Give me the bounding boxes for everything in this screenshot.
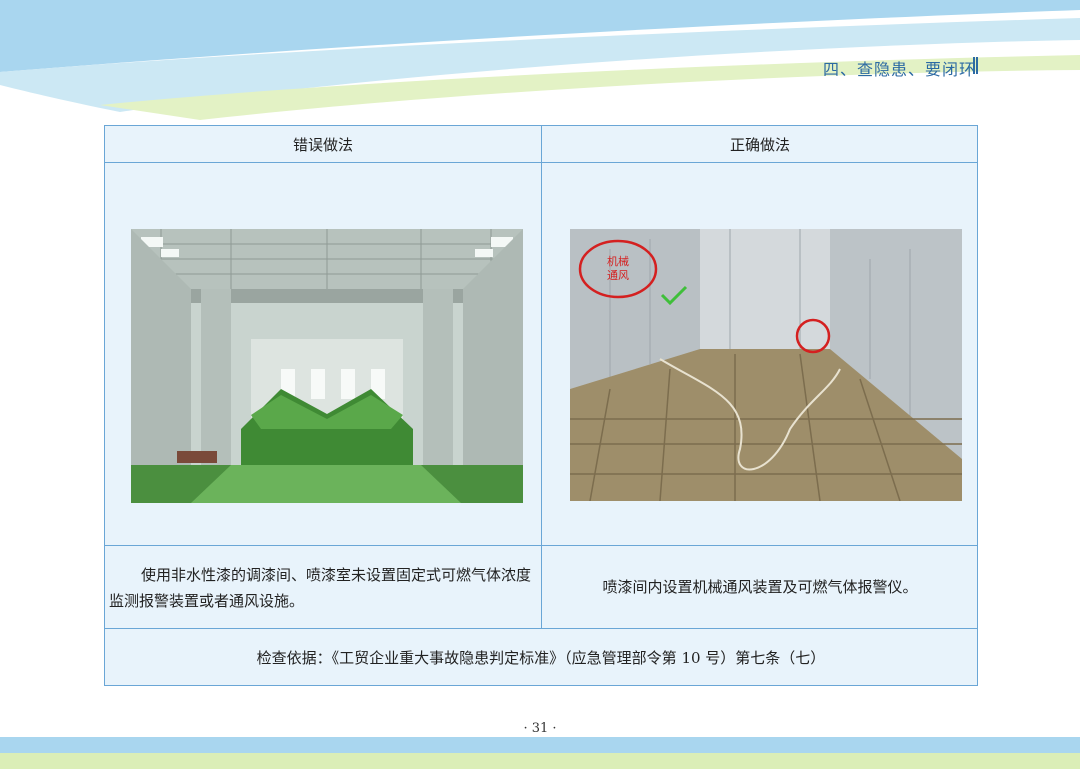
paint-booth-right-photo: 机械通风 [570,229,962,501]
footer-band-green [0,753,1080,769]
section-title: 四、查隐患、要闭环 [822,60,976,79]
paint-booth-wrong-photo [131,229,523,503]
header-right-practice: 正确做法 [729,136,790,154]
wrong-practice-image-cell [105,163,541,546]
page-number: · 31 · [523,721,557,736]
right-practice-image-cell: 机械通风 [542,163,978,546]
inspection-basis: 检查依据：《工贸企业重大事故隐患判定标准》（应急管理部令第 10 号）第七条（七… [105,628,977,685]
header-wrong-practice: 错误做法 [292,136,353,154]
right-practice-description: 喷漆间内设置机械通风装置及可燃气体报警仪。 [602,578,918,596]
comparison-table: 错误做法 正确做法 机械通风 使用非水性漆的调漆间、喷漆室未设置固定式可燃气体浓… [104,125,978,686]
wrong-practice-description: 使用非水性漆的调漆间、喷漆室未设置固定式可燃气体浓度监测报警装置或者通风设施。 [109,566,532,610]
footer-band-blue [0,737,1080,753]
section-title-bar-icon [973,57,978,74]
